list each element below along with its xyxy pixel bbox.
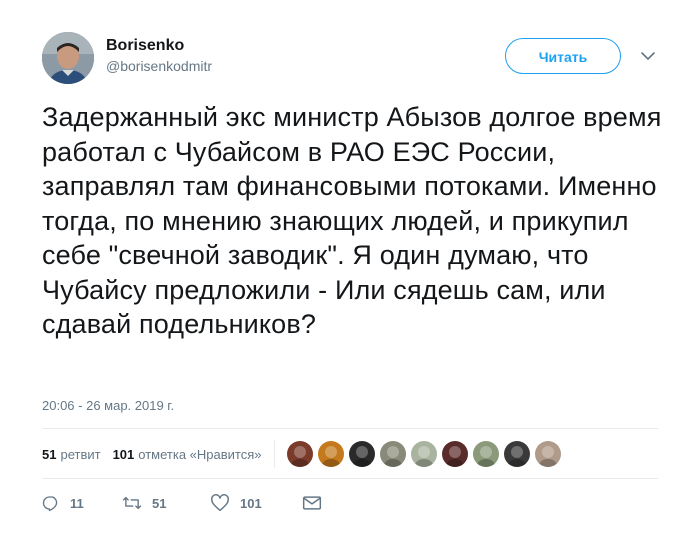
liker-avatar[interactable] (348, 441, 375, 467)
liker-avatar[interactable] (286, 441, 313, 467)
avatar-image (42, 32, 94, 84)
retweet-action[interactable]: 51 (122, 494, 210, 512)
liker-avatar[interactable] (503, 441, 530, 467)
author-avatar[interactable] (42, 32, 94, 84)
likes-stat[interactable]: 101 отметка «Нравится» (113, 447, 262, 462)
like-count: 101 (240, 495, 262, 511)
reply-icon (42, 494, 60, 512)
tweet-actions: 11 51 101 (42, 494, 322, 512)
retweets-stat[interactable]: 51 ретвит (42, 447, 101, 462)
retweet-icon (122, 494, 142, 512)
heart-icon (210, 494, 230, 512)
liker-avatar[interactable] (534, 441, 561, 467)
stats-separator (273, 440, 275, 468)
chevron-down-icon[interactable] (638, 48, 658, 64)
tweet-timestamp[interactable]: 20:06 - 26 мар. 2019 г. (42, 398, 174, 413)
liker-avatar[interactable] (379, 441, 406, 467)
tweet-stats: 51 ретвит 101 отметка «Нравится» (42, 438, 566, 470)
divider-top (42, 428, 658, 429)
message-action[interactable] (302, 494, 322, 512)
retweets-label: ретвит (60, 446, 101, 462)
likes-label: отметка «Нравится» (138, 446, 262, 462)
author-info[interactable]: Borisenko @borisenkodmitr (106, 36, 212, 75)
liker-avatars (286, 441, 566, 467)
like-action[interactable]: 101 (210, 494, 302, 512)
retweets-count: 51 (42, 446, 57, 462)
liker-avatar[interactable] (472, 441, 499, 467)
likes-count: 101 (112, 446, 135, 462)
retweet-count: 51 (152, 495, 167, 511)
liker-avatar[interactable] (441, 441, 468, 467)
reply-action[interactable]: 11 (42, 494, 122, 512)
liker-avatar[interactable] (410, 441, 437, 467)
message-icon (302, 494, 322, 512)
follow-button[interactable]: Читать (505, 38, 621, 74)
divider-bottom (42, 478, 658, 479)
author-handle[interactable]: @borisenkodmitr (106, 57, 212, 75)
reply-count: 11 (70, 495, 84, 511)
liker-avatar[interactable] (317, 441, 344, 467)
tweet-text: Задержанный экс министр Абызов долгое вр… (42, 102, 662, 339)
author-name[interactable]: Borisenko (106, 36, 212, 56)
